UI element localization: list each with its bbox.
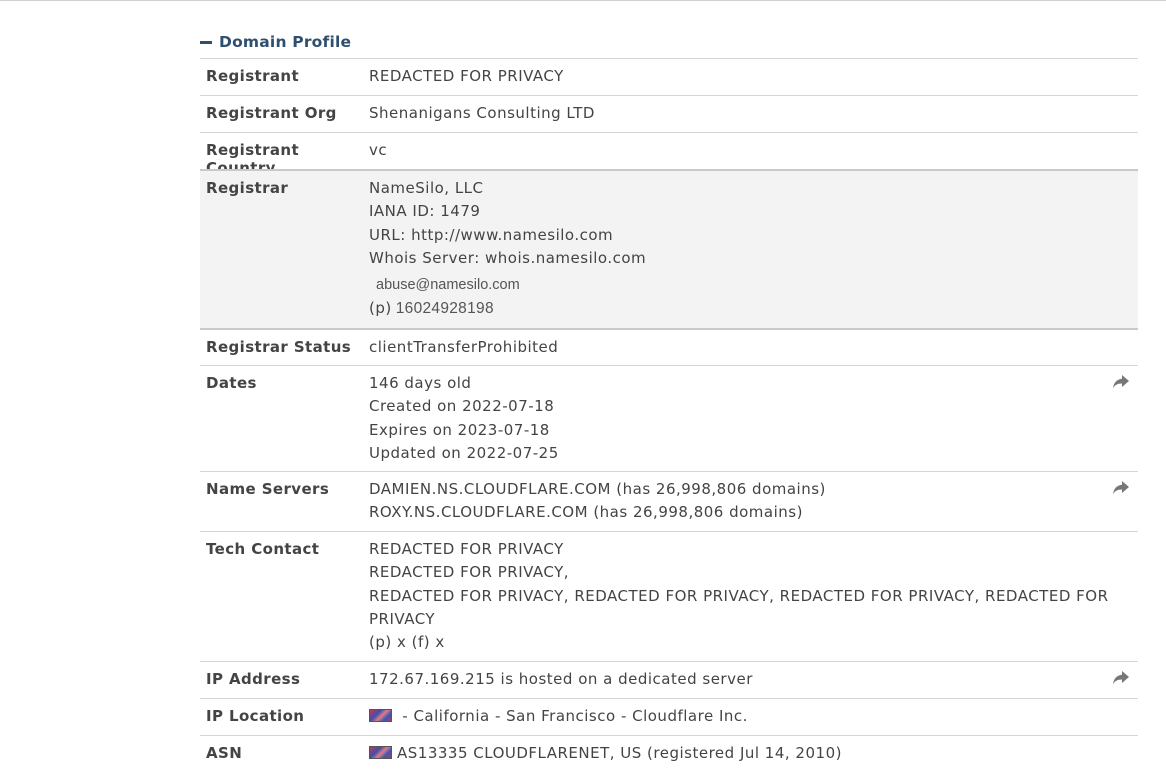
registrar-iana-id: IANA ID: 1479 <box>369 202 481 221</box>
tech-contact-name: REDACTED FOR PRIVACY <box>369 540 564 558</box>
name-server-2[interactable]: ROXY.NS.CLOUDFLARE.COM (has 26,998,806 d… <box>369 501 1128 524</box>
row-value: AS13335 CLOUDFLARENET, US (registered Ju… <box>369 736 1138 772</box>
row-label: Dates <box>206 374 257 392</box>
dates-row: Dates 146 days old Created on 2022-07-18… <box>200 365 1138 471</box>
created-date: Created on 2022-07-18 <box>369 397 555 416</box>
row-value: 172.67.169.215 is hosted on a dedicated … <box>369 670 753 688</box>
name-server-1[interactable]: DAMIEN.NS.CLOUDFLARE.COM (has 26,998,806… <box>369 478 1128 501</box>
domain-profile-header[interactable]: Domain Profile <box>200 26 1138 58</box>
phone-prefix: (p) <box>369 299 392 318</box>
registrar-name: NameSilo, LLC <box>369 179 484 197</box>
share-arrow-icon[interactable] <box>1112 670 1130 686</box>
registrar-abuse-email: abuse@namesilo.com <box>376 277 520 294</box>
ip-location-row: IP Location - California - San Francisco… <box>200 698 1138 735</box>
phone-number: 16024928198 <box>395 300 494 318</box>
tech-contact-phone-fax: (p) x (f) x <box>369 633 445 652</box>
row-label: Registrant Org <box>206 104 337 122</box>
registrar-status-row: Registrar Status clientTransferProhibite… <box>200 328 1138 365</box>
name-servers-row: Name Servers DAMIEN.NS.CLOUDFLARE.COM (h… <box>200 471 1138 531</box>
row-label: Registrar <box>206 179 289 197</box>
registrant-org-row: Registrant Org Shenanigans Consulting LT… <box>200 95 1138 132</box>
registrar-url[interactable]: URL: http://www.namesilo.com <box>369 224 1128 247</box>
expires-date: Expires on 2023-07-18 <box>369 420 550 439</box>
ip-location-text: - California - San Francisco - Cloudflar… <box>397 707 748 725</box>
tech-contact-org: REDACTED FOR PRIVACY, <box>369 563 570 582</box>
registrant-country-row: Registrant Country vc <box>200 132 1138 177</box>
updated-date: Updated on 2022-07-25 <box>369 443 559 462</box>
row-value: Shenanigans Consulting LTD <box>369 104 595 122</box>
ip-address-row: IP Address 172.67.169.215 is hosted on a… <box>200 661 1138 698</box>
row-label: Tech Contact <box>206 540 320 558</box>
registrar-phone: (p) 16024928198 <box>369 297 1128 320</box>
row-value: DAMIEN.NS.CLOUDFLARE.COM (has 26,998,806… <box>369 472 1138 531</box>
domain-age: 146 days old <box>369 374 472 392</box>
row-value: REDACTED FOR PRIVACY REDACTED FOR PRIVAC… <box>369 532 1138 661</box>
row-label: ASN <box>206 744 243 762</box>
section-title: Domain Profile <box>219 33 352 51</box>
row-label: Registrant <box>206 67 300 85</box>
registrant-row: Registrant REDACTED FOR PRIVACY <box>200 58 1138 95</box>
row-value: NameSilo, LLC IANA ID: 1479 URL: http://… <box>369 171 1138 328</box>
us-flag-icon <box>369 709 392 722</box>
row-value: - California - San Francisco - Cloudflar… <box>369 699 1138 735</box>
row-value: vc <box>369 141 388 159</box>
asn-text: AS13335 CLOUDFLARENET, US (registered Ju… <box>397 744 842 762</box>
collapse-minus-icon[interactable] <box>200 40 212 44</box>
registrar-whois-server: Whois Server: whois.namesilo.com <box>369 248 647 267</box>
row-label: Name Servers <box>206 480 330 498</box>
domain-profile-panel: Domain Profile Registrant REDACTED FOR P… <box>200 26 1138 772</box>
tech-contact-row: Tech Contact REDACTED FOR PRIVACY REDACT… <box>200 531 1138 661</box>
share-arrow-icon[interactable] <box>1112 374 1130 390</box>
row-value: clientTransferProhibited <box>369 338 559 356</box>
row-label: IP Address <box>206 670 301 688</box>
us-flag-icon <box>369 746 392 759</box>
row-value: REDACTED FOR PRIVACY <box>369 67 564 85</box>
row-label: IP Location <box>206 707 305 725</box>
tech-contact-address: REDACTED FOR PRIVACY, REDACTED FOR PRIVA… <box>369 586 1109 628</box>
registrar-row: Registrar NameSilo, LLC IANA ID: 1479 UR… <box>200 169 1138 328</box>
row-value: 146 days old Created on 2022-07-18 Expir… <box>369 366 1138 471</box>
share-arrow-icon[interactable] <box>1112 480 1130 496</box>
row-label: Registrar Status <box>206 338 352 356</box>
row-label: Registrant Country <box>206 141 300 177</box>
